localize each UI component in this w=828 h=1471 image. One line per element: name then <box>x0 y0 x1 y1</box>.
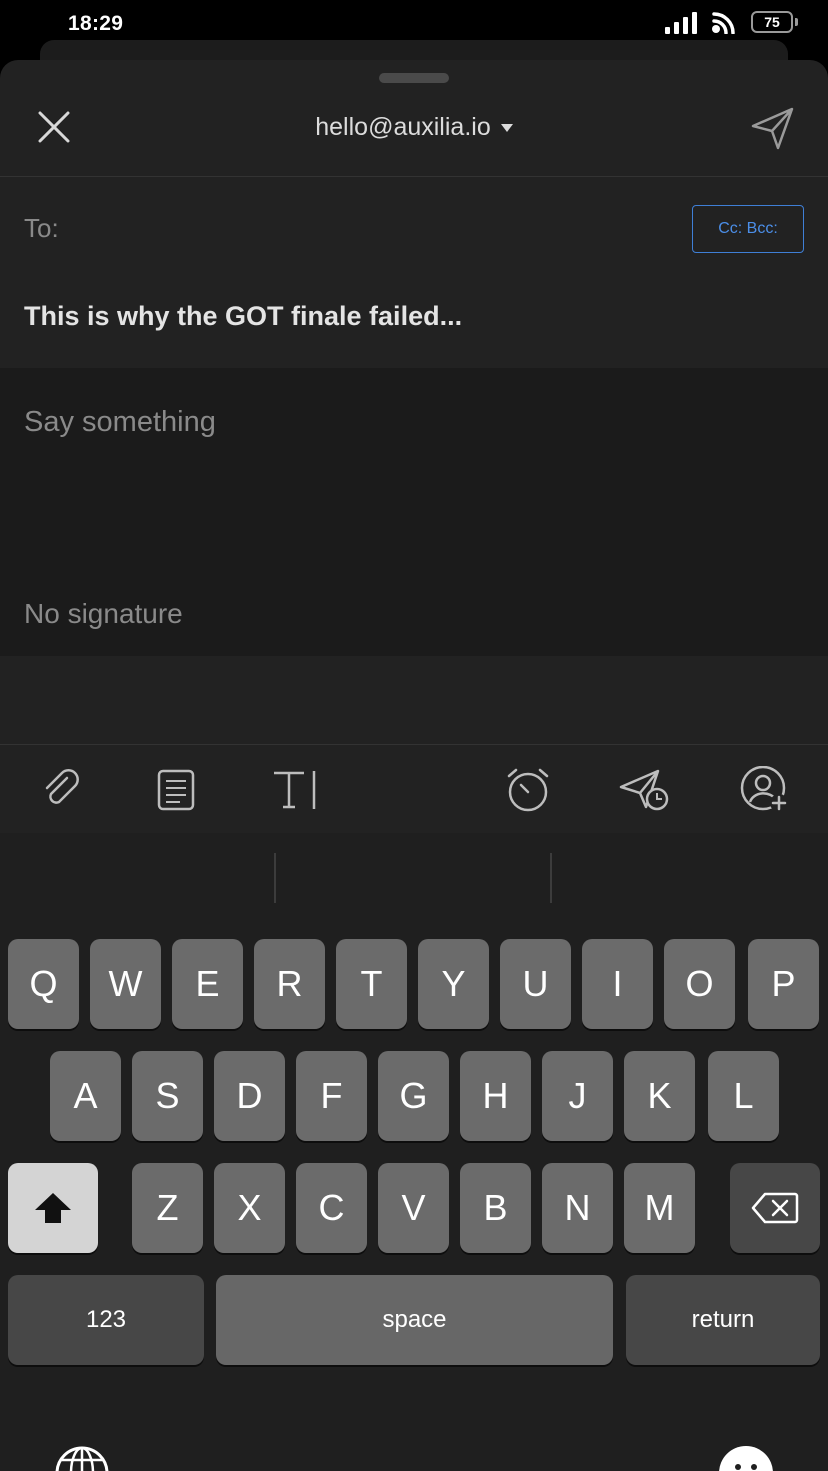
suggestion-divider <box>274 853 276 903</box>
send-icon[interactable] <box>748 104 796 152</box>
subject-field[interactable]: This is why the GOT finale failed... <box>0 281 828 368</box>
signature-selector[interactable]: No signature <box>24 598 183 630</box>
to-field-row[interactable]: To: Cc: Bcc: <box>0 177 828 281</box>
key-g[interactable]: G <box>378 1051 449 1141</box>
numbers-key[interactable]: 123 <box>8 1275 204 1365</box>
key-i[interactable]: I <box>582 939 653 1029</box>
key-b[interactable]: B <box>460 1163 531 1253</box>
key-j[interactable]: J <box>542 1051 613 1141</box>
key-h[interactable]: H <box>460 1051 531 1141</box>
key-d[interactable]: D <box>214 1051 285 1141</box>
compose-toolbar <box>0 745 828 833</box>
return-key[interactable]: return <box>626 1275 820 1365</box>
key-l[interactable]: L <box>708 1051 779 1141</box>
from-account-selector[interactable]: hello@auxilia.io <box>250 108 578 146</box>
key-u[interactable]: U <box>500 939 571 1029</box>
key-o[interactable]: O <box>664 939 735 1029</box>
key-r[interactable]: R <box>254 939 325 1029</box>
paperclip-icon <box>45 769 79 804</box>
to-label: To: <box>24 213 59 243</box>
keyboard: Q W E R T Y U I O P A S D F G H J K L Z … <box>0 833 828 1471</box>
key-q[interactable]: Q <box>8 939 79 1029</box>
compose-header: hello@auxilia.io <box>0 60 828 177</box>
key-w[interactable]: W <box>90 939 161 1029</box>
template-icon <box>157 769 195 811</box>
space-key[interactable]: space <box>216 1275 613 1365</box>
key-k[interactable]: K <box>624 1051 695 1141</box>
key-n[interactable]: N <box>542 1163 613 1253</box>
cc-bcc-button[interactable]: Cc: Bcc: <box>692 205 804 253</box>
from-account-text: hello@auxilia.io <box>315 112 491 141</box>
key-f[interactable]: F <box>296 1051 367 1141</box>
key-v[interactable]: V <box>378 1163 449 1253</box>
key-y[interactable]: Y <box>418 939 489 1029</box>
key-a[interactable]: A <box>50 1051 121 1141</box>
key-z[interactable]: Z <box>132 1163 203 1253</box>
send-later-button[interactable] <box>617 765 673 815</box>
chevron-down-icon <box>500 124 513 132</box>
compose-spacer <box>0 656 828 745</box>
suggestion-divider <box>550 853 552 903</box>
backspace-icon <box>751 1192 799 1224</box>
key-e[interactable]: E <box>172 939 243 1029</box>
backspace-key[interactable] <box>730 1163 820 1253</box>
message-body-field[interactable]: Say something No signature <box>0 368 828 656</box>
add-contact-button[interactable] <box>738 765 792 815</box>
wifi-icon <box>712 12 735 34</box>
key-p[interactable]: P <box>748 939 819 1029</box>
close-button[interactable] <box>30 103 78 151</box>
attach-button[interactable] <box>36 765 86 815</box>
compose-sheet: hello@auxilia.io To: Cc: Bcc: This is wh… <box>0 60 828 1471</box>
close-icon <box>38 111 70 143</box>
alarm-clock-icon <box>507 768 549 812</box>
body-placeholder: Say something <box>24 406 216 438</box>
battery-level: 75 <box>764 14 780 30</box>
add-contact-icon <box>740 766 788 812</box>
shift-key[interactable] <box>8 1163 98 1253</box>
globe-icon[interactable] <box>54 1445 110 1471</box>
text-format-icon <box>274 771 316 809</box>
battery-icon: 75 <box>751 11 798 33</box>
cellular-signal-icon <box>665 12 697 34</box>
emoji-icon[interactable] <box>718 1445 774 1471</box>
key-t[interactable]: T <box>336 939 407 1029</box>
snooze-button[interactable] <box>503 765 553 815</box>
text-format-button[interactable] <box>266 765 326 815</box>
key-s[interactable]: S <box>132 1051 203 1141</box>
key-c[interactable]: C <box>296 1163 367 1253</box>
key-m[interactable]: M <box>624 1163 695 1253</box>
shift-arrow-icon <box>35 1193 71 1223</box>
key-x[interactable]: X <box>214 1163 285 1253</box>
status-time: 18:29 <box>68 12 124 35</box>
send-later-icon <box>619 769 669 811</box>
template-button[interactable] <box>151 765 201 815</box>
subject-text: This is why the GOT finale failed... <box>24 301 463 331</box>
